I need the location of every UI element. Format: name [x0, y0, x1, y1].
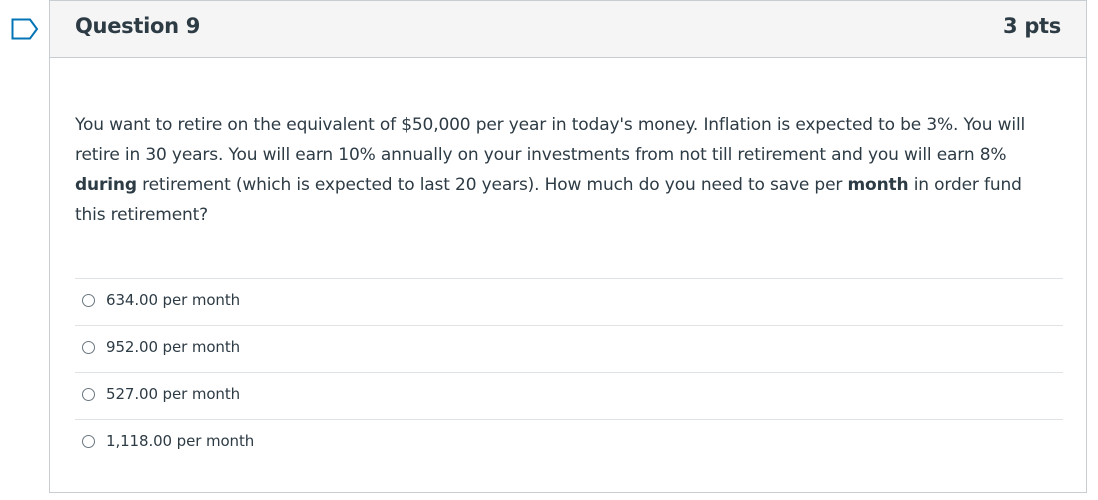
question-header: Question 9 3 pts [50, 1, 1086, 58]
question-points: 3 pts [1003, 14, 1061, 38]
answer-label[interactable]: 1,118.00 per month [106, 432, 254, 450]
bookmark-flag-icon[interactable] [11, 18, 39, 40]
question-title: Question 9 [75, 14, 201, 38]
answer-option[interactable]: 634.00 per month [75, 278, 1063, 325]
question-text: You want to retire on the equivalent of … [75, 110, 1055, 230]
answer-label[interactable]: 952.00 per month [106, 338, 240, 356]
question-card: Question 9 3 pts You want to retire on t… [49, 0, 1087, 493]
question-text-emphasis: during [75, 175, 137, 195]
answer-option[interactable]: 952.00 per month [75, 325, 1063, 372]
answer-label[interactable]: 527.00 per month [106, 385, 240, 403]
radio-button[interactable] [82, 294, 95, 307]
answer-option[interactable]: 1,118.00 per month [75, 419, 1063, 466]
answer-list: 634.00 per month 952.00 per month 527.00… [75, 278, 1063, 466]
radio-button[interactable] [82, 388, 95, 401]
answer-option[interactable]: 527.00 per month [75, 372, 1063, 419]
question-text-emphasis: month [847, 175, 909, 195]
question-text-part: retirement (which is expected to last 20… [136, 175, 848, 195]
radio-button[interactable] [82, 341, 95, 354]
radio-button[interactable] [82, 435, 95, 448]
question-text-part: You want to retire on the equivalent of … [75, 115, 1026, 165]
answer-label[interactable]: 634.00 per month [106, 291, 240, 309]
